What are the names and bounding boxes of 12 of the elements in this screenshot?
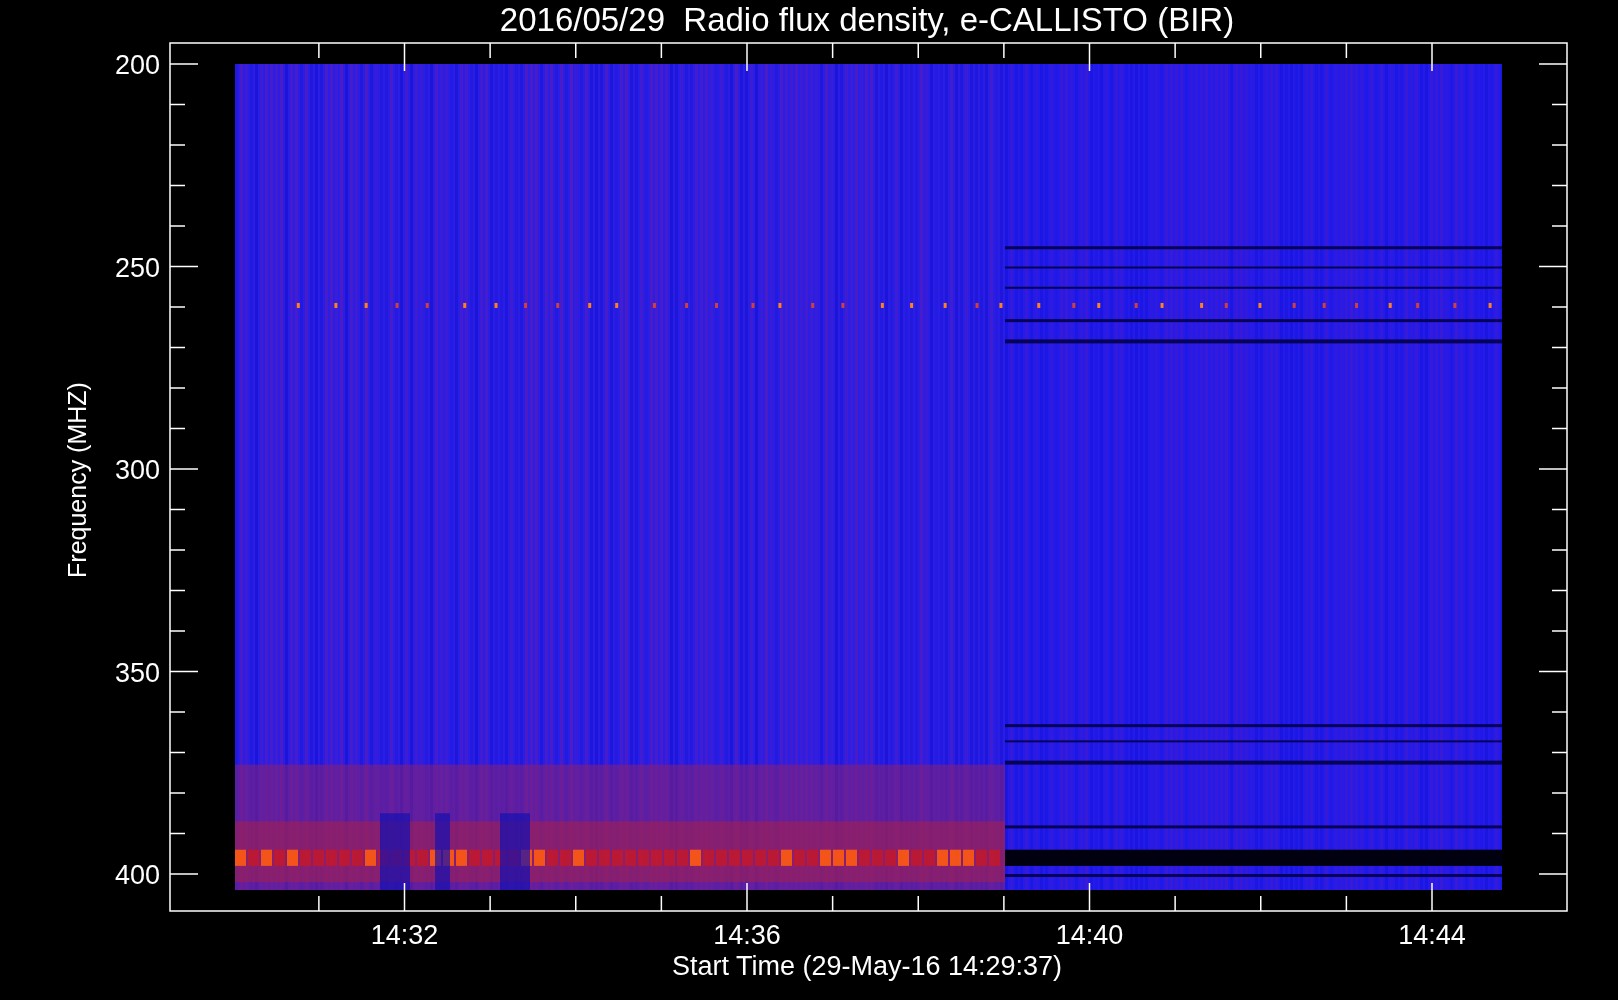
x-tick-label: 14:40 xyxy=(1055,920,1124,950)
y-axis-label: Frequency (MHZ) xyxy=(63,382,91,578)
y-tick-label: 200 xyxy=(114,50,160,80)
x-tick-label: 14:44 xyxy=(1398,920,1466,950)
y-tick-label: 300 xyxy=(114,455,160,485)
x-axis-label: Start Time (29-May-16 14:29:37) xyxy=(671,951,1063,981)
chart-title: 2016/05/29 Radio flux density, e-CALLISTO (BIR) xyxy=(499,1,1235,38)
x-tick-label: 14:36 xyxy=(713,920,781,950)
y-tick-label: 250 xyxy=(114,252,160,283)
y-tick-label: 350 xyxy=(114,657,160,688)
y-tick-label: 400 xyxy=(114,860,160,890)
x-tick-label: 14:32 xyxy=(370,920,439,950)
